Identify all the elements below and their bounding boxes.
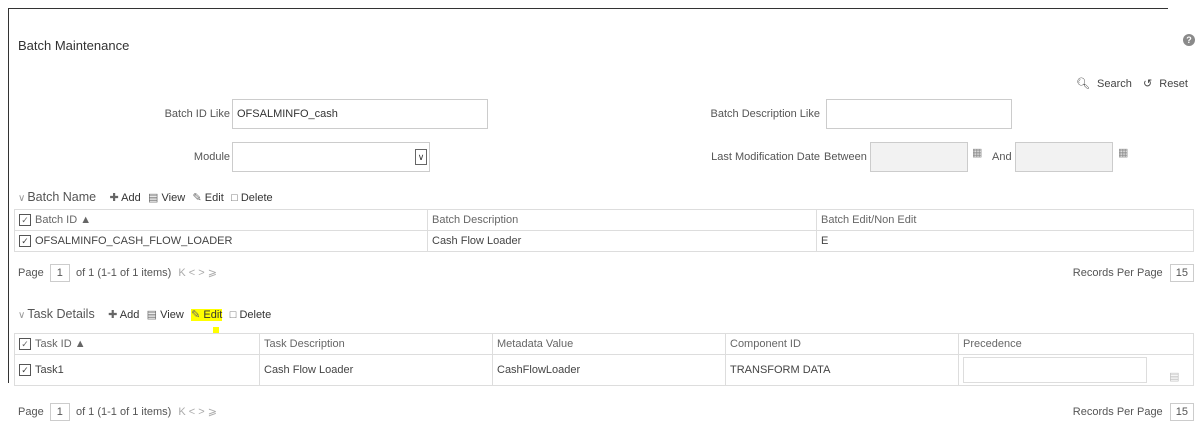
task-records-per-page: Records Per Page 15: [1073, 403, 1194, 421]
batch-pager: Page 1 of 1 (1-1 of 1 items) K < > ⩾: [18, 264, 217, 282]
batch-edit-cell: E: [816, 230, 1194, 252]
calendar-icon[interactable]: ▦: [972, 146, 982, 159]
collapse-chevron-icon[interactable]: ∨: [18, 193, 25, 204]
batch-description-cell: Cash Flow Loader: [427, 230, 817, 252]
sort-ascending-icon: ▲: [74, 337, 86, 350]
batch-id-cell: ✓ OFSALMINFO_CASH_FLOW_LOADER: [14, 230, 428, 252]
search-icon: 🔍︎: [1076, 78, 1090, 90]
collapse-chevron-icon[interactable]: ∨: [18, 310, 25, 321]
help-icon[interactable]: ?: [1183, 34, 1195, 46]
table-header-row: ✓ Task ID ▲ Task Description Metadata Val…: [14, 333, 1194, 355]
table-row[interactable]: ✓ OFSALMINFO_CASH_FLOW_LOADER Cash Flow L…: [14, 230, 1194, 252]
component-id-cell: TRANSFORM DATA: [725, 354, 959, 386]
batch-id-column-header[interactable]: ✓ Batch ID ▲: [14, 209, 428, 231]
batch-description-column-header[interactable]: Batch Description: [427, 209, 817, 231]
batch-name-section-header: ∨ Batch Name ✚ Add ▤ View ✎ Edit □ Delete: [18, 190, 277, 204]
batch-table: ✓ Batch ID ▲ Batch Description Batch Edit…: [14, 209, 1194, 252]
view-batch-button[interactable]: ▤ View: [148, 192, 185, 204]
delete-batch-button[interactable]: □ Delete: [231, 192, 273, 204]
records-per-page-input[interactable]: 15: [1169, 403, 1194, 421]
task-id-cell: ✓ Task1: [14, 354, 260, 386]
search-label: Search: [1097, 78, 1132, 90]
row-checkbox[interactable]: ✓: [19, 364, 31, 377]
and-label: And: [992, 151, 1012, 163]
view-icon: ▤: [148, 192, 159, 204]
component-id-column-header[interactable]: Component ID: [725, 333, 959, 355]
task-description-cell: Cash Flow Loader: [259, 354, 493, 386]
from-date-input[interactable]: [870, 142, 968, 172]
edit-icon: ✎: [192, 192, 202, 204]
module-select[interactable]: ∨: [232, 142, 430, 172]
plus-icon: ✚: [109, 192, 119, 204]
task-description-column-header[interactable]: Task Description: [259, 333, 493, 355]
batch-name-title: Batch Name: [27, 190, 97, 204]
row-checkbox[interactable]: ✓: [19, 235, 31, 248]
batch-edit-column-header[interactable]: Batch Edit/Non Edit: [816, 209, 1194, 231]
delete-task-button[interactable]: □ Delete: [230, 309, 272, 321]
table-header-row: ✓ Batch ID ▲ Batch Description Batch Edit…: [14, 209, 1194, 231]
edit-batch-button[interactable]: ✎ Edit: [193, 192, 224, 204]
pagination-nav-icons[interactable]: K < > ⩾: [178, 267, 217, 279]
between-label: Between: [824, 151, 867, 163]
frame-left-border: [8, 8, 9, 383]
precedence-column-header[interactable]: Precedence: [958, 333, 1194, 355]
records-per-page-input[interactable]: 15: [1169, 264, 1194, 282]
precedence-picker-icon[interactable]: ▤: [1169, 370, 1179, 383]
metadata-value-column-header[interactable]: Metadata Value: [492, 333, 726, 355]
calendar-icon[interactable]: ▦: [1118, 146, 1128, 159]
task-table: ✓ Task ID ▲ Task Description Metadata Val…: [14, 333, 1194, 386]
reset-button[interactable]: ↺ Reset: [1139, 78, 1188, 90]
select-all-checkbox[interactable]: ✓: [19, 338, 31, 351]
module-label: Module: [193, 151, 230, 163]
batch-description-label: Batch Description Like: [710, 108, 820, 120]
chevron-down-icon[interactable]: ∨: [415, 149, 427, 165]
view-icon: ▤: [146, 309, 158, 321]
batch-id-label: Batch ID Like: [164, 108, 230, 120]
table-row[interactable]: ✓ Task1 Cash Flow Loader CashFlowLoader T…: [14, 354, 1194, 386]
sort-ascending-icon: ▲: [80, 213, 92, 226]
page-number-input[interactable]: 1: [49, 403, 70, 421]
to-date-input[interactable]: [1015, 142, 1113, 172]
select-all-checkbox[interactable]: ✓: [19, 214, 31, 227]
precedence-input[interactable]: [963, 357, 1147, 383]
page-title: Batch Maintenance: [18, 38, 130, 53]
view-task-button[interactable]: ▤ View: [147, 309, 184, 321]
last-modification-label: Last Modification Date: [711, 151, 820, 163]
search-button[interactable]: 🔍︎ Search: [1072, 78, 1132, 90]
batch-id-input[interactable]: OFSALMINFO_cash: [232, 99, 488, 129]
batch-records-per-page: Records Per Page 15: [1073, 264, 1194, 282]
task-details-section-header: ∨ Task Details ✚ Add ▤ View ✎ Edit □ Dele…: [18, 307, 275, 321]
plus-icon: ✚: [108, 309, 118, 321]
frame-top-border: [8, 8, 1168, 9]
reset-label: Reset: [1159, 78, 1188, 90]
pagination-nav-icons[interactable]: K < > ⩾: [178, 406, 217, 418]
batch-description-input[interactable]: [826, 99, 1012, 129]
edit-task-button[interactable]: ✎ Edit: [191, 309, 223, 321]
search-reset-toolbar: 🔍︎ Search ↺ Reset: [1068, 77, 1188, 90]
task-details-title: Task Details: [27, 307, 95, 321]
metadata-value-cell: CashFlowLoader: [492, 354, 726, 386]
add-task-button[interactable]: ✚ Add: [108, 309, 139, 321]
task-id-column-header[interactable]: ✓ Task ID ▲: [14, 333, 260, 355]
page-number-input[interactable]: 1: [49, 264, 70, 282]
precedence-cell: ▤: [958, 354, 1194, 386]
trash-icon: □: [229, 309, 237, 321]
trash-icon: □: [231, 192, 238, 204]
edit-icon: ✎: [191, 309, 201, 321]
task-pager: Page 1 of 1 (1-1 of 1 items) K < > ⩾: [18, 403, 217, 421]
reset-icon: ↺: [1142, 78, 1153, 90]
add-batch-button[interactable]: ✚ Add: [109, 192, 140, 204]
